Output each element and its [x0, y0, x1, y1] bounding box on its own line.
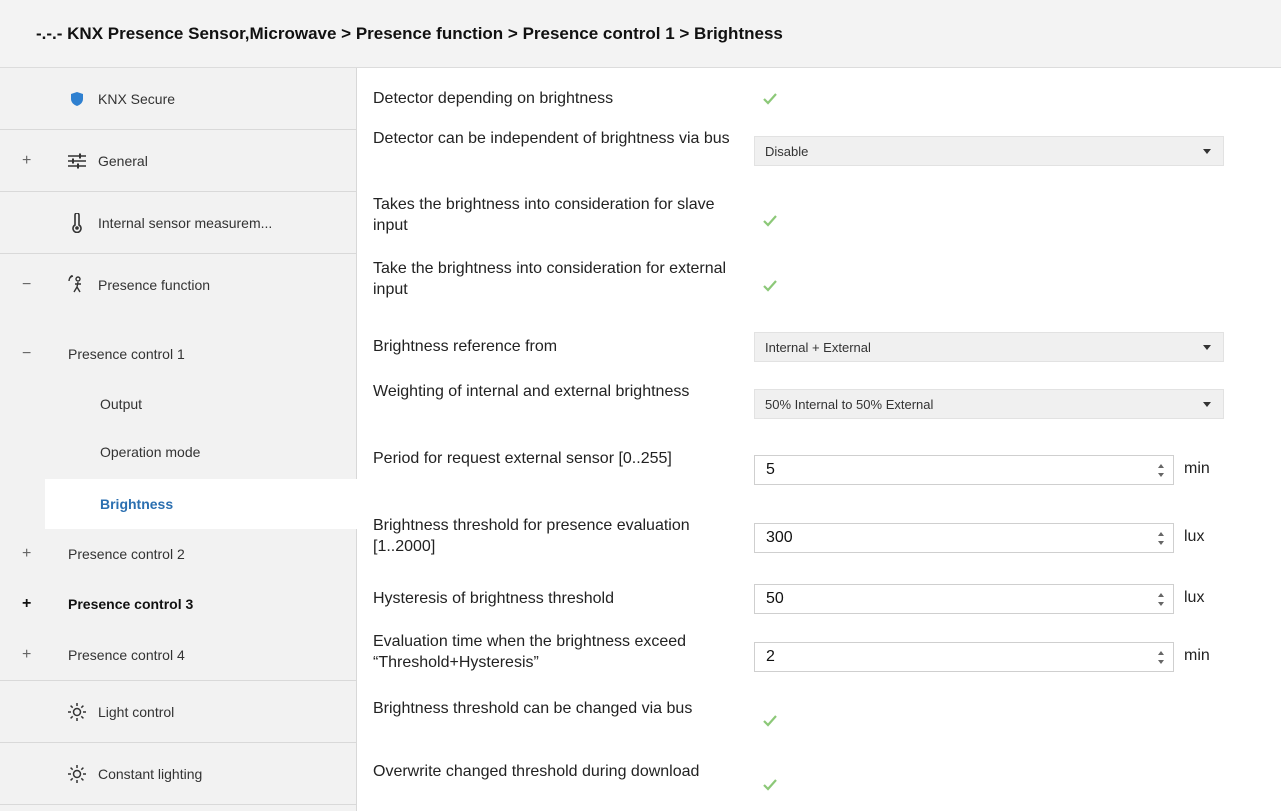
- dropdown-arrow-icon: [1203, 345, 1211, 350]
- independent-brightness-select[interactable]: Disable: [754, 136, 1224, 166]
- param-label: Detector can be independent of brightnes…: [373, 130, 730, 147]
- parameter-panel: Detector depending on brightness Detecto…: [357, 68, 1281, 811]
- sun-icon: [66, 701, 88, 723]
- detector-depending-checkbox[interactable]: [761, 90, 779, 108]
- expand-icon[interactable]: +: [22, 545, 31, 563]
- param-label: Detector depending on brightness: [373, 90, 614, 107]
- spinner-icon[interactable]: [1157, 649, 1165, 666]
- sidebar-item-brightness[interactable]: Brightness: [45, 479, 357, 529]
- sidebar-item-output[interactable]: Output: [0, 380, 356, 428]
- unit-label: lux: [1184, 528, 1205, 545]
- checkmark-icon: [763, 93, 777, 105]
- sidebar-item-presence-control-4[interactable]: + Presence control 4: [0, 629, 356, 681]
- sidebar-item-label: Internal sensor measurem...: [98, 214, 273, 231]
- spinner-icon[interactable]: [1157, 591, 1165, 608]
- dropdown-arrow-icon: [1203, 149, 1211, 154]
- collapse-icon[interactable]: −: [22, 276, 31, 294]
- input-value: 300: [766, 529, 793, 546]
- sidebar-item-label: Output: [100, 396, 143, 412]
- sidebar-item-label: Operation mode: [100, 444, 201, 460]
- hysteresis-input[interactable]: 50: [754, 584, 1174, 614]
- sidebar-item-label: Light control: [98, 703, 175, 720]
- sidebar-item-label: Constant lighting: [98, 765, 203, 782]
- input-value: 5: [766, 461, 775, 478]
- sidebar-item-operation-mode[interactable]: Operation mode: [0, 428, 356, 476]
- checkmark-icon: [763, 715, 777, 727]
- sidebar-item-presence-control-3[interactable]: + Presence control 3: [0, 579, 356, 629]
- spinner-icon[interactable]: [1157, 530, 1165, 547]
- threshold-changed-bus-checkbox[interactable]: [761, 712, 779, 730]
- evaluation-time-input[interactable]: 2: [754, 642, 1174, 672]
- sidebar-item-internal-sensor[interactable]: Internal sensor measurem...: [0, 192, 356, 254]
- select-value: Internal + External: [765, 339, 871, 355]
- param-label: Period for request external sensor [0..2…: [373, 450, 672, 467]
- sidebar-item-label: Presence control 2: [68, 546, 185, 562]
- input-value: 50: [766, 590, 784, 607]
- unit-label: min: [1184, 460, 1210, 477]
- expand-icon[interactable]: +: [22, 152, 31, 170]
- brightness-reference-select[interactable]: Internal + External: [754, 332, 1224, 362]
- external-input-checkbox[interactable]: [761, 277, 779, 295]
- param-label: Hysteresis of brightness threshold: [373, 590, 614, 607]
- checkmark-icon: [763, 215, 777, 227]
- expand-icon[interactable]: +: [22, 595, 31, 613]
- sidebar-item-general[interactable]: + General: [0, 130, 356, 192]
- sliders-icon: [66, 150, 88, 172]
- thermometer-icon: [66, 212, 88, 234]
- overwrite-threshold-checkbox[interactable]: [761, 776, 779, 794]
- param-label: Take the brightness into consideration f…: [373, 260, 727, 298]
- sidebar-item-label: Brightness: [100, 496, 174, 512]
- param-label: Weighting of internal and external brigh…: [373, 383, 690, 400]
- sidebar-item-presence-control-1[interactable]: − Presence control 1: [0, 328, 356, 380]
- sidebar-item-knx-secure[interactable]: KNX Secure: [0, 68, 356, 130]
- sun-icon: [66, 763, 88, 785]
- sidebar-item-light-control[interactable]: Light control: [0, 681, 356, 743]
- sidebar-item-label: KNX Secure: [98, 90, 176, 107]
- input-value: 2: [766, 648, 775, 665]
- sidebar-item-label: Presence control 4: [68, 646, 185, 663]
- unit-label: min: [1184, 647, 1210, 664]
- sidebar-item-presence-function[interactable]: − Presence function: [0, 254, 356, 316]
- select-value: Disable: [765, 143, 809, 159]
- weighting-select[interactable]: 50% Internal to 50% External: [754, 389, 1224, 419]
- checkmark-icon: [763, 280, 777, 292]
- expand-icon[interactable]: +: [22, 646, 31, 664]
- sidebar-item-label: Presence control 1: [68, 346, 185, 362]
- param-label: Brightness reference from: [373, 338, 558, 355]
- param-label: Takes the brightness into consideration …: [373, 196, 715, 234]
- param-label: Evaluation time when the brightness exce…: [373, 633, 687, 671]
- param-label: Brightness threshold for presence evalua…: [373, 517, 690, 555]
- motion-person-icon: [66, 274, 88, 296]
- spinner-icon[interactable]: [1157, 462, 1165, 479]
- sidebar-item-constant-lighting[interactable]: Constant lighting: [0, 743, 356, 805]
- unit-label: lux: [1184, 589, 1205, 606]
- dropdown-arrow-icon: [1203, 402, 1211, 407]
- checkmark-icon: [763, 779, 777, 791]
- param-label: Brightness threshold can be changed via …: [373, 700, 693, 717]
- sidebar-item-label: Presence function: [98, 277, 211, 293]
- shield-icon: [66, 88, 88, 110]
- collapse-icon[interactable]: −: [22, 345, 31, 363]
- period-request-input[interactable]: 5: [754, 455, 1174, 485]
- sidebar: KNX Secure + General Internal sensor mea…: [0, 68, 357, 811]
- param-label: Overwrite changed threshold during downl…: [373, 763, 700, 780]
- threshold-input[interactable]: 300: [754, 523, 1174, 553]
- breadcrumb-title: -.-.- KNX Presence Sensor,Microwave > Pr…: [0, 0, 1281, 68]
- sidebar-item-presence-control-2[interactable]: + Presence control 2: [0, 529, 356, 579]
- sidebar-item-label: General: [98, 152, 148, 169]
- select-value: 50% Internal to 50% External: [765, 396, 934, 412]
- slave-input-checkbox[interactable]: [761, 212, 779, 230]
- sidebar-item-label: Presence control 3: [68, 596, 194, 612]
